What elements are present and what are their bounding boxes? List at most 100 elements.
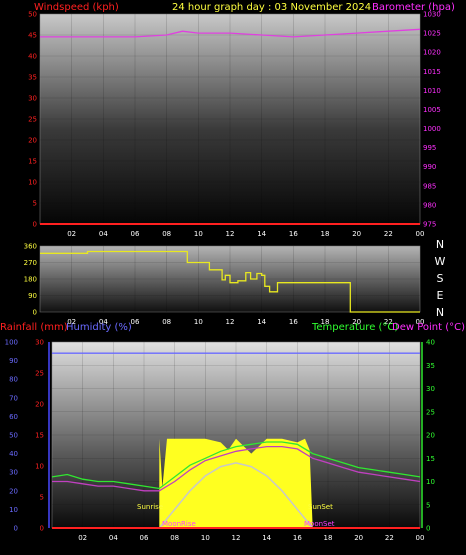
temperature-tick: 20 — [426, 432, 435, 440]
moonset-label: MoonSet — [304, 520, 335, 528]
barometer-tick: 1030 — [423, 11, 441, 19]
p1-xtick-14: 14 — [257, 230, 266, 238]
temperature-tick: 10 — [426, 478, 435, 486]
p2-xtick-14: 14 — [257, 318, 266, 326]
windspeed-tick: 35 — [28, 74, 37, 82]
direction-tick: 90 — [28, 292, 37, 300]
humidity-tick: 90 — [9, 357, 18, 365]
p1-xtick-04: 04 — [99, 230, 108, 238]
barometer-tick: 1000 — [423, 125, 441, 133]
p3-xtick-02: 02 — [78, 534, 87, 542]
compass-w: W — [435, 255, 446, 268]
temperature-tick: 0 — [426, 525, 430, 533]
barometer-tick: 990 — [423, 163, 436, 171]
barometer-tick: 1025 — [423, 30, 441, 38]
moonrise-label: MoonRise — [162, 520, 196, 528]
rainfall-tick: 15 — [35, 432, 44, 440]
humidity-tick: 10 — [9, 506, 18, 514]
p3-xtick-04: 04 — [109, 534, 118, 542]
temperature-tick: 25 — [426, 408, 435, 416]
compass-n: N — [436, 306, 444, 319]
p1-xtick-10: 10 — [194, 230, 203, 238]
compass-s: S — [437, 272, 444, 285]
p3-xtick-18: 18 — [324, 534, 333, 542]
barometer-tick: 1020 — [423, 49, 441, 57]
p2-xtick-06: 06 — [131, 318, 140, 326]
barometer-tick: 975 — [423, 221, 436, 229]
rainfall-tick: 30 — [35, 339, 44, 347]
solar-area — [159, 438, 313, 528]
temperature-tick: 15 — [426, 455, 435, 463]
direction-tick: 180 — [24, 276, 37, 284]
humidity-tick: 80 — [9, 376, 18, 384]
p3-xtick-22: 22 — [385, 534, 394, 542]
weather-graphs: Windspeed (kph) 24 hour graph day : 03 N… — [0, 2, 465, 542]
p1-xtick-12: 12 — [226, 230, 235, 238]
temperature-tick: 5 — [426, 501, 430, 509]
p1-xtick-16: 16 — [289, 230, 298, 238]
direction-tick: 270 — [24, 259, 37, 267]
humidity-tick: 70 — [9, 394, 18, 402]
windspeed-tick: 25 — [28, 116, 37, 124]
humidity-tick: 40 — [9, 450, 18, 458]
barometer-tick: 980 — [423, 201, 436, 209]
barometer-tick: 1010 — [423, 87, 441, 95]
direction-tick: 0 — [33, 309, 37, 317]
humidity-tick: 100 — [5, 339, 18, 347]
humidity-tick: 30 — [9, 469, 18, 477]
p1-xtick-18: 18 — [321, 230, 330, 238]
windspeed-tick: 30 — [28, 95, 37, 103]
humidity-tick: 60 — [9, 413, 18, 421]
temperature-tick: 40 — [426, 339, 435, 347]
windspeed-tick: 20 — [28, 137, 37, 145]
direction-tick: 360 — [24, 243, 37, 251]
windspeed-tick: 50 — [28, 11, 37, 19]
windspeed-tick: 45 — [28, 32, 37, 40]
windspeed-tick: 5 — [33, 200, 37, 208]
humidity-tick: 50 — [9, 432, 18, 440]
p3-xtick-12: 12 — [232, 534, 241, 542]
p2-xtick-08: 08 — [162, 318, 171, 326]
sunset-label: SunSet — [308, 503, 333, 511]
windspeed-tick: 10 — [28, 179, 37, 187]
p1-xtick-06: 06 — [131, 230, 140, 238]
compass-labels: NWSEN — [435, 238, 446, 319]
p2-xtick-12: 12 — [226, 318, 235, 326]
humidity-tick: 20 — [9, 487, 18, 495]
humidity-axis-title: Humidity (%) — [66, 322, 132, 333]
p3-xtick-20: 20 — [354, 534, 363, 542]
windspeed-tick: 15 — [28, 158, 37, 166]
rainfall-tick: 10 — [35, 463, 44, 471]
sunrise-label: Sunrise — [137, 503, 163, 511]
windspeed-axis-title: Windspeed (kph) — [34, 2, 119, 13]
compass-e: E — [437, 289, 444, 302]
p1-xtick-20: 20 — [352, 230, 361, 238]
p3-xtick-16: 16 — [293, 534, 302, 542]
p2-xtick-10: 10 — [194, 318, 203, 326]
barometer-tick: 985 — [423, 182, 436, 190]
p3-xtick-08: 08 — [170, 534, 179, 542]
temperature-tick: 30 — [426, 385, 435, 393]
chart-title: 24 hour graph day : 03 November 2024 — [172, 2, 371, 13]
windspeed-tick: 40 — [28, 53, 37, 61]
temperature-tick: 35 — [426, 362, 435, 370]
p3-xtick-10: 10 — [201, 534, 210, 542]
p1-xtick-22: 22 — [384, 230, 393, 238]
rainfall-axis-title: Rainfall (mm) — [0, 322, 68, 333]
temperature-axis-title: Temperature (°C) — [311, 322, 398, 333]
rainfall-tick: 20 — [35, 401, 44, 409]
barometer-axis-title: Barometer (hpa) — [372, 2, 455, 13]
p3-xtick-00: 00 — [416, 534, 425, 542]
rainfall-tick: 25 — [35, 370, 44, 378]
barometer-tick: 1015 — [423, 68, 441, 76]
p1-xtick-08: 08 — [162, 230, 171, 238]
windspeed-tick: 0 — [33, 221, 37, 229]
p1-xtick-02: 02 — [67, 230, 76, 238]
humidity-tick: 0 — [14, 525, 18, 533]
compass-n: N — [436, 238, 444, 251]
barometer-tick: 1005 — [423, 106, 441, 114]
rainfall-tick: 5 — [40, 494, 44, 502]
rainfall-tick: 0 — [40, 525, 44, 533]
dewpoint-axis-title: Dew Point (°C) — [392, 322, 465, 333]
p2-xtick-16: 16 — [289, 318, 298, 326]
